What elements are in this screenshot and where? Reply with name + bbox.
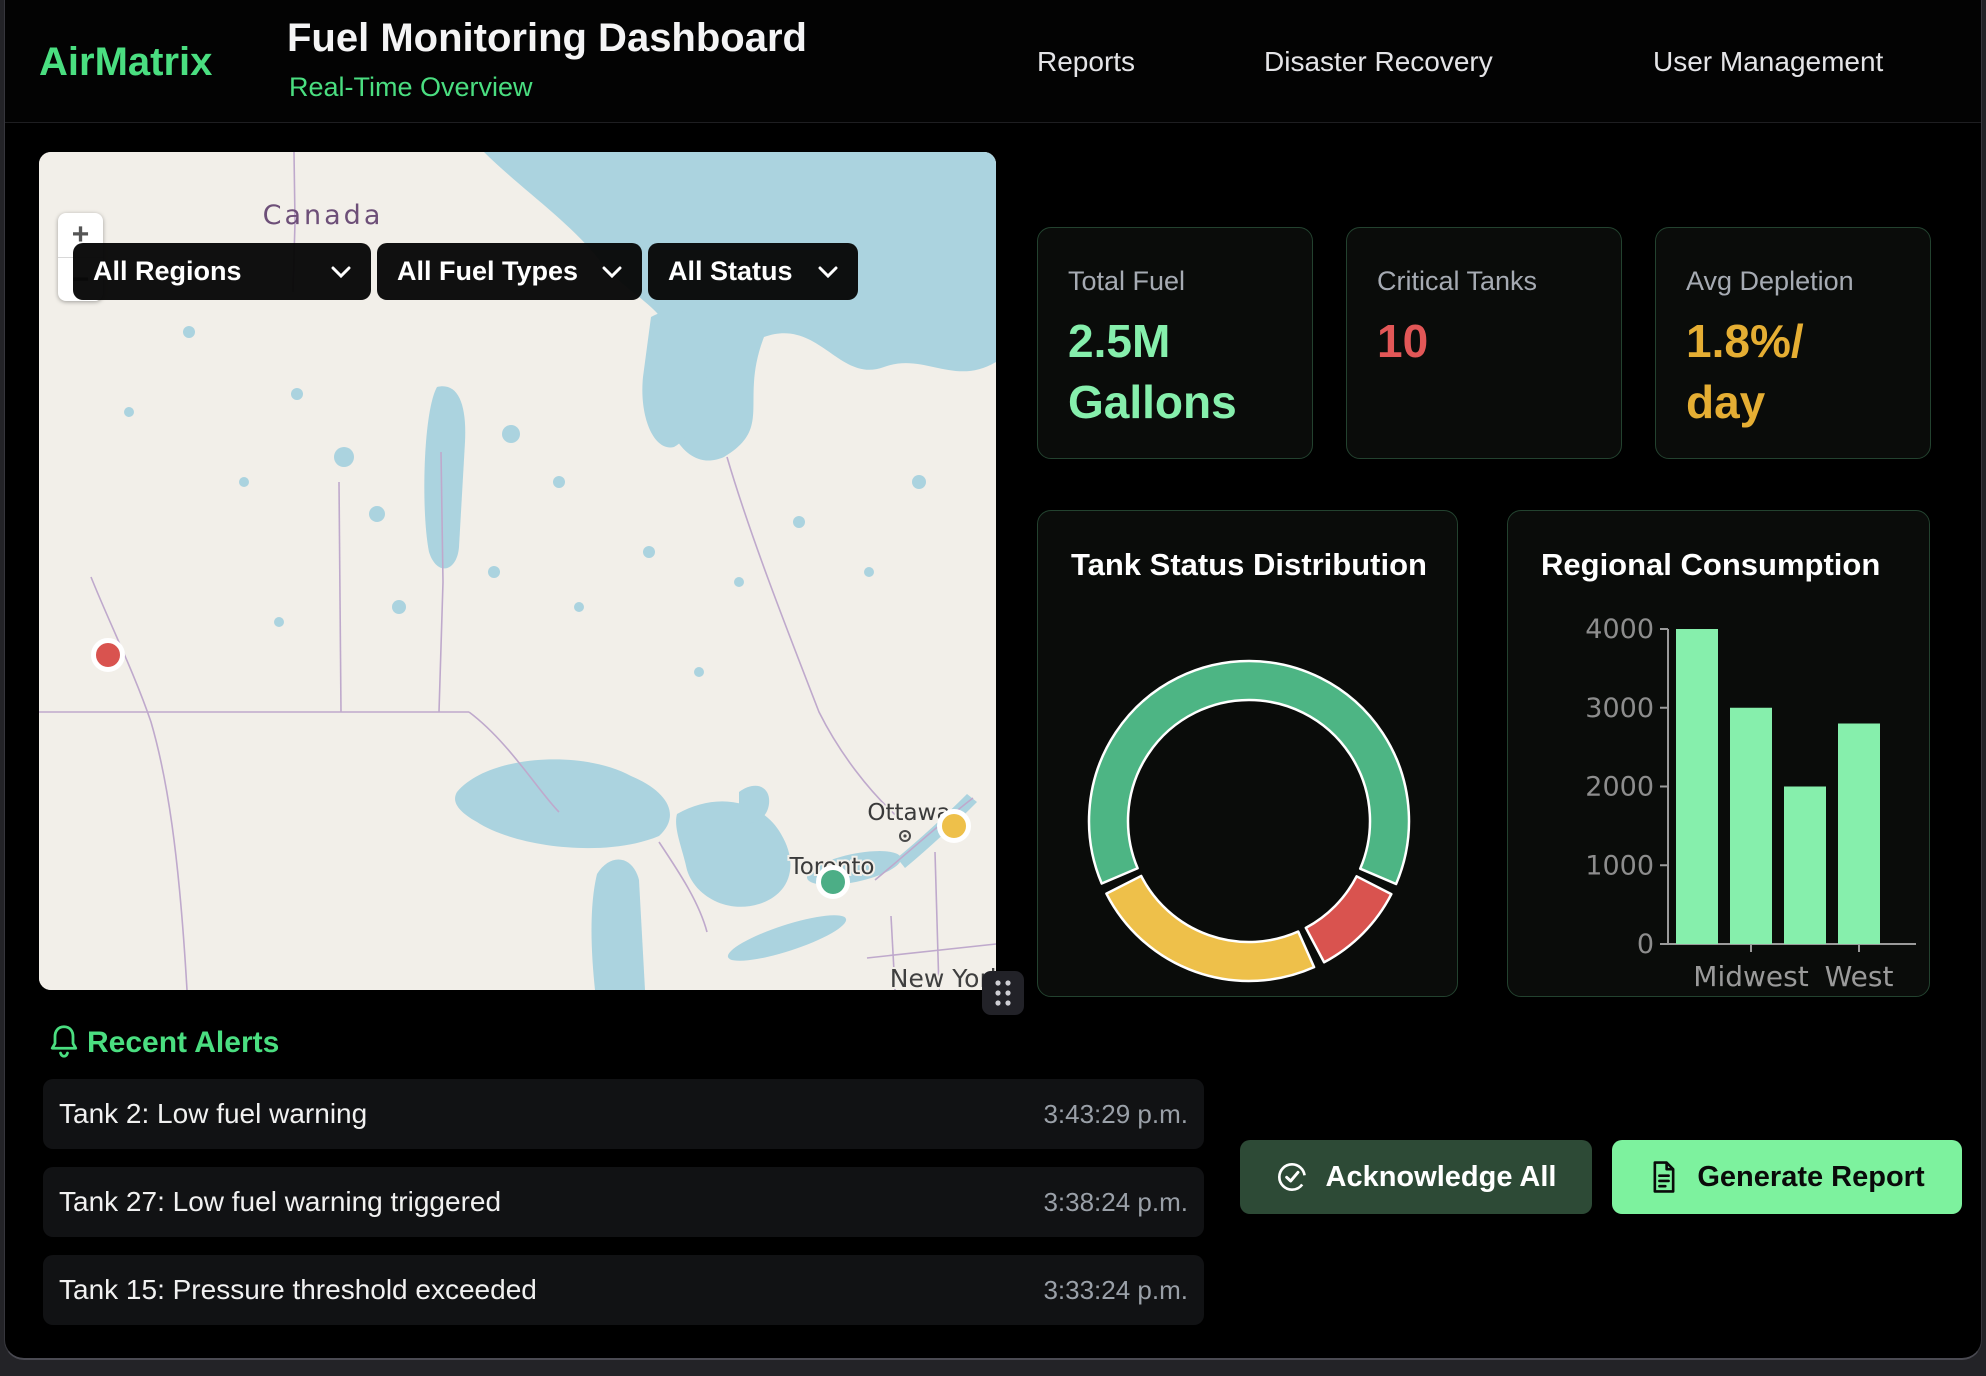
- avg-depletion-value-unit: day: [1686, 372, 1900, 433]
- fuel-map[interactable]: Canada Ottawa Toronto New York + − All R…: [39, 152, 996, 990]
- y-tick-label: 1000: [1585, 850, 1654, 881]
- page-title: Fuel Monitoring Dashboard: [287, 16, 807, 61]
- fuel-type-filter-value: All Fuel Types: [397, 256, 578, 287]
- country-label: Canada: [263, 200, 384, 231]
- alert-row[interactable]: Tank 2: Low fuel warning 3:43:29 p.m.: [43, 1079, 1204, 1149]
- chevron-down-icon: [602, 266, 622, 278]
- critical-tanks-label: Critical Tanks: [1377, 266, 1591, 297]
- y-tick-label: 4000: [1585, 614, 1654, 645]
- donut-segment-normal: [1089, 661, 1409, 884]
- resize-grip[interactable]: [982, 971, 1024, 1015]
- bar-region-2: [1784, 787, 1826, 945]
- chevron-down-icon: [818, 266, 838, 278]
- avg-depletion-card: Avg Depletion 1.8%/ day: [1655, 227, 1931, 459]
- generate-report-label: Generate Report: [1697, 1161, 1924, 1194]
- critical-tanks-value: 10: [1377, 311, 1591, 372]
- donut-segment-warning: [1106, 876, 1314, 981]
- region-filter-dropdown[interactable]: All Regions: [73, 243, 371, 300]
- x-tick-label: Midwest: [1693, 960, 1808, 993]
- region-filter-value: All Regions: [93, 256, 242, 287]
- regional-consumption-bar-chart: 0 1000 2000 3000 4000 Midwest West: [1508, 511, 1931, 998]
- nav-disaster-recovery[interactable]: Disaster Recovery: [1264, 46, 1493, 78]
- tank-status-card: Tank Status Distribution: [1037, 510, 1458, 997]
- donut-segment-critical: [1306, 876, 1392, 962]
- alert-timestamp: 3:33:24 p.m.: [1043, 1275, 1188, 1306]
- total-fuel-value-unit: Gallons: [1068, 372, 1282, 433]
- nav-reports[interactable]: Reports: [1037, 46, 1135, 78]
- y-tick-label: 0: [1637, 929, 1654, 960]
- chevron-down-icon: [331, 266, 351, 278]
- total-fuel-label: Total Fuel: [1068, 266, 1282, 297]
- check-circle-icon: [1276, 1161, 1308, 1193]
- total-fuel-card: Total Fuel 2.5M Gallons: [1037, 227, 1313, 459]
- acknowledge-all-label: Acknowledge All: [1326, 1161, 1557, 1194]
- regional-consumption-title: Regional Consumption: [1541, 547, 1880, 583]
- new-york-label: New York: [890, 964, 996, 990]
- y-tick-label: 2000: [1585, 772, 1654, 803]
- y-tick-label: 3000: [1585, 693, 1654, 724]
- app-logo: AirMatrix: [39, 40, 212, 85]
- x-tick-label: West: [1825, 960, 1894, 993]
- avg-depletion-value: 1.8%/: [1686, 311, 1900, 372]
- acknowledge-all-button[interactable]: Acknowledge All: [1240, 1140, 1592, 1214]
- ottawa-town-dot-center: [903, 834, 906, 837]
- critical-tanks-card: Critical Tanks 10: [1346, 227, 1622, 459]
- critical-tank-marker[interactable]: [94, 641, 123, 670]
- avg-depletion-label: Avg Depletion: [1686, 266, 1900, 297]
- grip-dots-icon: [992, 978, 1014, 1008]
- fuel-type-filter-dropdown[interactable]: All Fuel Types: [377, 243, 642, 300]
- alert-timestamp: 3:43:29 p.m.: [1043, 1099, 1188, 1130]
- bar-region-0: [1676, 629, 1718, 944]
- status-filter-value: All Status: [668, 256, 793, 287]
- normal-tank-marker[interactable]: [819, 868, 848, 897]
- alert-timestamp: 3:38:24 p.m.: [1043, 1187, 1188, 1218]
- warning-tank-marker[interactable]: [940, 812, 969, 841]
- bell-icon: [47, 1024, 81, 1060]
- tank-status-donut-chart: [1038, 511, 1459, 998]
- document-icon: [1649, 1160, 1679, 1194]
- header: AirMatrix Fuel Monitoring Dashboard Real…: [5, 0, 1981, 123]
- recent-alerts-title: Recent Alerts: [87, 1026, 279, 1060]
- total-fuel-value: 2.5M: [1068, 311, 1282, 372]
- alert-message: Tank 2: Low fuel warning: [59, 1098, 367, 1130]
- bar-region-3: [1838, 724, 1880, 945]
- dashboard-window: AirMatrix Fuel Monitoring Dashboard Real…: [4, 0, 1982, 1360]
- status-filter-dropdown[interactable]: All Status: [648, 243, 858, 300]
- nav-user-management[interactable]: User Management: [1653, 46, 1883, 78]
- alert-row[interactable]: Tank 27: Low fuel warning triggered 3:38…: [43, 1167, 1204, 1237]
- bar-region-1: [1730, 708, 1772, 944]
- alert-message: Tank 27: Low fuel warning triggered: [59, 1186, 501, 1218]
- generate-report-button[interactable]: Generate Report: [1612, 1140, 1962, 1214]
- alert-row[interactable]: Tank 15: Pressure threshold exceeded 3:3…: [43, 1255, 1204, 1325]
- page-subtitle: Real-Time Overview: [289, 72, 533, 103]
- tank-status-title: Tank Status Distribution: [1071, 547, 1427, 583]
- regional-consumption-card: Regional Consumption 0 1000 2000 3000 4000 Mi…: [1507, 510, 1930, 997]
- alert-message: Tank 15: Pressure threshold exceeded: [59, 1274, 537, 1306]
